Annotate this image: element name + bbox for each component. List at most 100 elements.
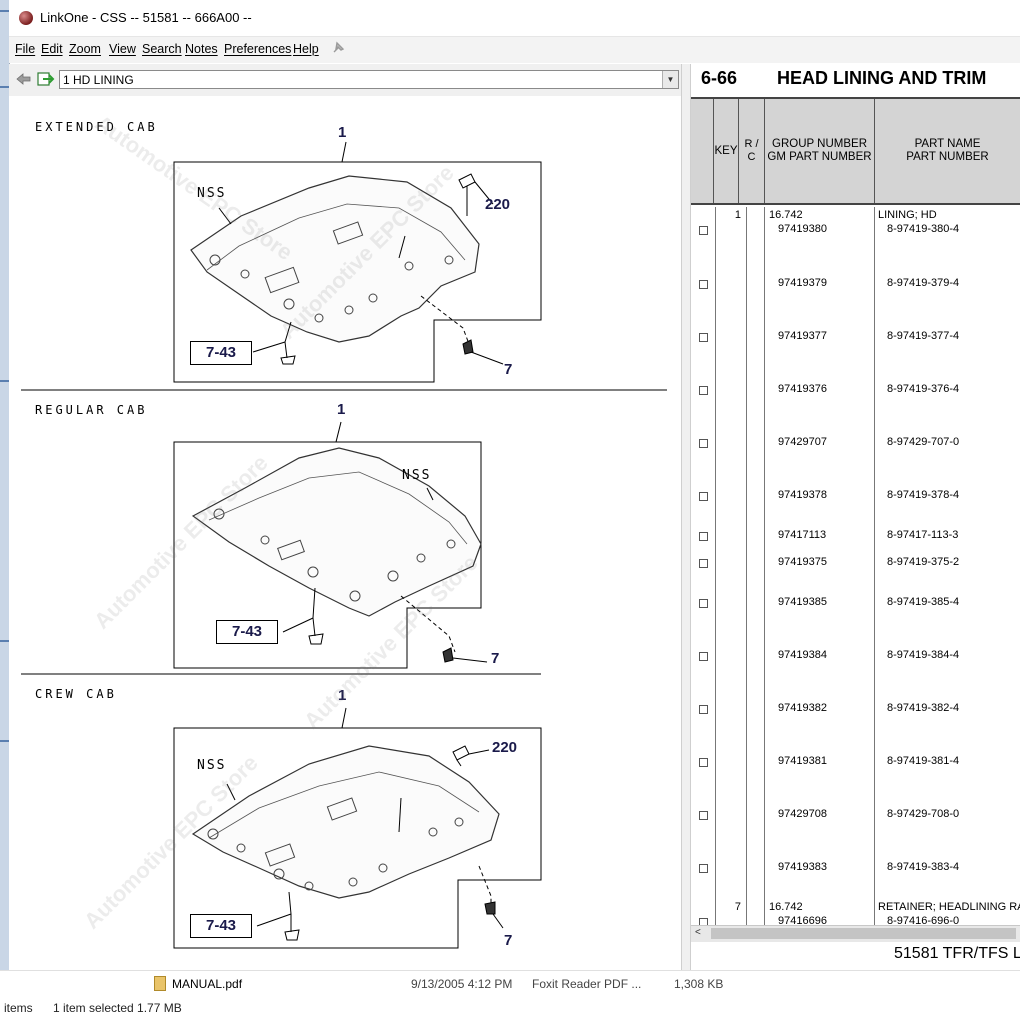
row-part-number: 8-97419-379-4 <box>887 277 960 289</box>
row-part-number: 8-97429-708-0 <box>887 808 960 820</box>
row-gm-number: 97419385 <box>778 596 827 608</box>
section-label-crew-cab: CREW CAB <box>35 687 117 701</box>
title-bar: LinkOne - CSS -- 51581 -- 666A00 -- <box>9 0 1020 37</box>
row-checkbox[interactable] <box>699 280 708 289</box>
row-gm-number: 97419378 <box>778 489 827 501</box>
table-row[interactable]: 97419378 8-97419-378-4 <box>691 489 1020 503</box>
section-label-extended-cab: EXTENDED CAB <box>35 120 158 134</box>
pin-icon[interactable] <box>331 41 347 57</box>
table-row[interactable]: 1 16.742 97419380 LINING; HD 8-97419-380… <box>691 209 1020 235</box>
page-title: HEAD LINING AND TRIM <box>777 68 987 88</box>
callout-ref-7-43[interactable]: 7-43 <box>216 620 278 644</box>
table-row[interactable]: 97419377 8-97419-377-4 <box>691 330 1020 344</box>
page-footer: 51581 TFR/TFS L <box>894 945 1020 962</box>
row-gm-number: 97419383 <box>778 861 827 873</box>
table-row[interactable]: 97419385 8-97419-385-4 <box>691 596 1020 610</box>
row-key: 1 <box>734 209 741 221</box>
row-checkbox[interactable] <box>699 918 708 925</box>
table-row[interactable]: 7 16.742 97416696 RETAINER; HEADLINING R… <box>691 901 1020 925</box>
table-row[interactable]: 97419382 8-97419-382-4 <box>691 702 1020 716</box>
row-checkbox[interactable] <box>699 705 708 714</box>
menu-bar: File Edit Zoom View Search Notes Prefere… <box>9 37 1020 63</box>
callout-part-1[interactable]: 1 <box>338 124 346 141</box>
table-row[interactable]: 97417113 8-97417-113-3 <box>691 529 1020 543</box>
callout-nss: NSS <box>402 468 432 483</box>
callout-part-1[interactable]: 1 <box>337 401 345 418</box>
pane-splitter[interactable] <box>681 64 691 970</box>
file-name[interactable]: MANUAL.pdf <box>172 977 242 991</box>
parts-list-pane: 6-66 HEAD LINING AND TRIM KEY R / C GROU… <box>691 64 1020 970</box>
row-gm-number: 97417113 <box>778 529 827 541</box>
row-checkbox[interactable] <box>699 864 708 873</box>
menu-help[interactable]: Help <box>293 42 319 56</box>
row-checkbox[interactable] <box>699 492 708 501</box>
chevron-down-icon[interactable]: ▼ <box>662 71 678 88</box>
horizontal-scrollbar[interactable]: < <box>691 925 1020 942</box>
row-part-number: 8-97419-377-4 <box>887 330 960 342</box>
callout-part-220[interactable]: 220 <box>492 739 517 756</box>
section-label-regular-cab: REGULAR CAB <box>35 403 148 417</box>
page-selector-value: 1 HD LINING <box>63 73 134 87</box>
table-row[interactable]: 97419375 8-97419-375-2 <box>691 556 1020 570</box>
callout-part-1[interactable]: 1 <box>338 687 346 704</box>
row-gm-number: 97429707 <box>778 436 827 448</box>
forward-green-icon[interactable] <box>37 71 55 87</box>
row-part-number: 8-97419-381-4 <box>887 755 960 767</box>
row-gm-number: 97416696 <box>778 915 827 925</box>
illustration-pane[interactable]: EXTENDED CAB REGULAR CAB CREW CAB 1 NSS … <box>9 96 681 970</box>
row-checkbox[interactable] <box>699 559 708 568</box>
table-row[interactable]: 97419381 8-97419-381-4 <box>691 755 1020 769</box>
callout-part-220[interactable]: 220 <box>485 196 510 213</box>
callout-ref-7-43[interactable]: 7-43 <box>190 341 252 365</box>
table-row[interactable]: 97419376 8-97419-376-4 <box>691 383 1020 397</box>
back-arrow-icon[interactable] <box>15 71 33 87</box>
row-part-number: 8-97419-375-2 <box>887 556 960 568</box>
callout-part-7[interactable]: 7 <box>491 650 499 667</box>
row-part-name: RETAINER; HEADLINING RA <box>878 901 1020 913</box>
scrollbar-thumb[interactable] <box>711 928 1016 939</box>
row-gm-number: 97419377 <box>778 330 827 342</box>
row-part-name: LINING; HD <box>878 209 937 221</box>
table-row[interactable]: 97419383 8-97419-383-4 <box>691 861 1020 875</box>
menu-view[interactable]: View <box>109 42 136 56</box>
row-checkbox[interactable] <box>699 439 708 448</box>
row-checkbox[interactable] <box>699 652 708 661</box>
row-part-number: 8-97419-385-4 <box>887 596 960 608</box>
window-title: LinkOne - CSS -- 51581 -- 666A00 -- <box>40 10 252 25</box>
row-part-number: 8-97429-707-0 <box>887 436 960 448</box>
row-checkbox[interactable] <box>699 758 708 767</box>
callout-nss: NSS <box>197 758 227 773</box>
menu-edit[interactable]: Edit <box>41 42 63 56</box>
row-checkbox[interactable] <box>699 226 708 235</box>
scroll-left-icon[interactable]: < <box>695 927 701 938</box>
table-row[interactable]: 97419384 8-97419-384-4 <box>691 649 1020 663</box>
row-checkbox[interactable] <box>699 532 708 541</box>
toolbar: 1 HD LINING ▼ <box>9 64 689 97</box>
callout-nss: NSS <box>197 186 227 201</box>
row-gm-number: 97419376 <box>778 383 827 395</box>
callout-part-7[interactable]: 7 <box>504 361 512 378</box>
row-gm-number: 97419381 <box>778 755 827 767</box>
row-checkbox[interactable] <box>699 386 708 395</box>
header-part-name: PART NAME <box>914 138 981 150</box>
header-part: PART NAME PART NUMBER <box>874 99 1020 203</box>
row-checkbox[interactable] <box>699 811 708 820</box>
page-selector-dropdown[interactable]: 1 HD LINING ▼ <box>59 70 679 89</box>
row-checkbox[interactable] <box>699 599 708 608</box>
row-checkbox[interactable] <box>699 333 708 342</box>
row-gm-number: 97419380 <box>778 223 827 235</box>
menu-preferences[interactable]: Preferences <box>224 42 291 56</box>
row-gm-number: 97419375 <box>778 556 827 568</box>
table-row[interactable]: 97429708 8-97429-708-0 <box>691 808 1020 822</box>
table-row[interactable]: 97419379 8-97419-379-4 <box>691 277 1020 291</box>
row-part-number: 8-97419-382-4 <box>887 702 960 714</box>
menu-file[interactable]: File <box>15 42 35 56</box>
table-row[interactable]: 97429707 8-97429-707-0 <box>691 436 1020 450</box>
parts-table-body: 1 16.742 97419380 LINING; HD 8-97419-380… <box>691 207 1020 925</box>
callout-part-7[interactable]: 7 <box>504 932 512 949</box>
menu-search[interactable]: Search <box>142 42 182 56</box>
menu-zoom[interactable]: Zoom <box>69 42 101 56</box>
parts-table-header: KEY R / C GROUP NUMBER GM PART NUMBER PA… <box>691 97 1020 205</box>
menu-notes[interactable]: Notes <box>185 42 218 56</box>
callout-ref-7-43[interactable]: 7-43 <box>190 914 252 938</box>
